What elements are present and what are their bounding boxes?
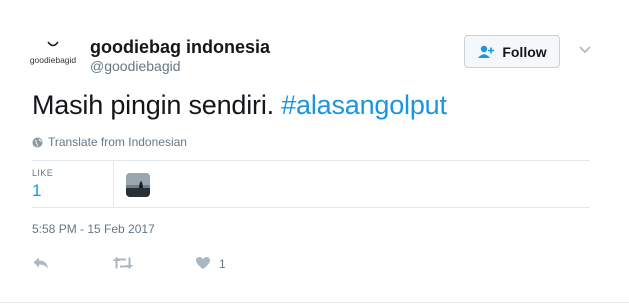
divider bbox=[32, 160, 590, 161]
avatar[interactable]: goodiebagid bbox=[24, 36, 82, 72]
timestamp[interactable]: 5:58 PM - 15 Feb 2017 bbox=[32, 222, 155, 236]
divider bbox=[0, 302, 629, 303]
likes-label: LIKE bbox=[32, 168, 54, 178]
tweet-body: Masih pingin sendiri. bbox=[32, 90, 282, 120]
goodiebag-logo: goodiebagid bbox=[30, 41, 77, 65]
liker-avatar-image bbox=[126, 173, 150, 197]
retweet-icon[interactable] bbox=[112, 256, 134, 270]
globe-icon bbox=[32, 137, 43, 147]
chevron-down-icon[interactable] bbox=[578, 45, 592, 55]
divider bbox=[32, 207, 590, 208]
translate-label: Translate from Indonesian bbox=[48, 135, 187, 149]
translate-link[interactable]: Translate from Indonesian bbox=[32, 135, 187, 149]
display-name[interactable]: goodiebag indonesia bbox=[90, 37, 270, 58]
follow-user-icon bbox=[478, 45, 495, 58]
likes-value[interactable]: 1 bbox=[32, 181, 41, 201]
user-handle[interactable]: @goodiebagid bbox=[90, 58, 181, 74]
avatar-logo-text: goodiebagid bbox=[30, 55, 77, 65]
tweet-text: Masih pingin sendiri. #alasangolput bbox=[32, 90, 447, 121]
hashtag-link[interactable]: #alasangolput bbox=[281, 90, 447, 120]
stats-separator bbox=[113, 160, 114, 207]
like-count: 1 bbox=[219, 257, 226, 271]
reply-icon[interactable] bbox=[32, 256, 50, 270]
follow-button-label: Follow bbox=[502, 43, 547, 60]
heart-icon[interactable] bbox=[195, 256, 211, 270]
liker-avatar[interactable] bbox=[126, 173, 150, 197]
follow-button[interactable]: Follow bbox=[464, 35, 560, 68]
